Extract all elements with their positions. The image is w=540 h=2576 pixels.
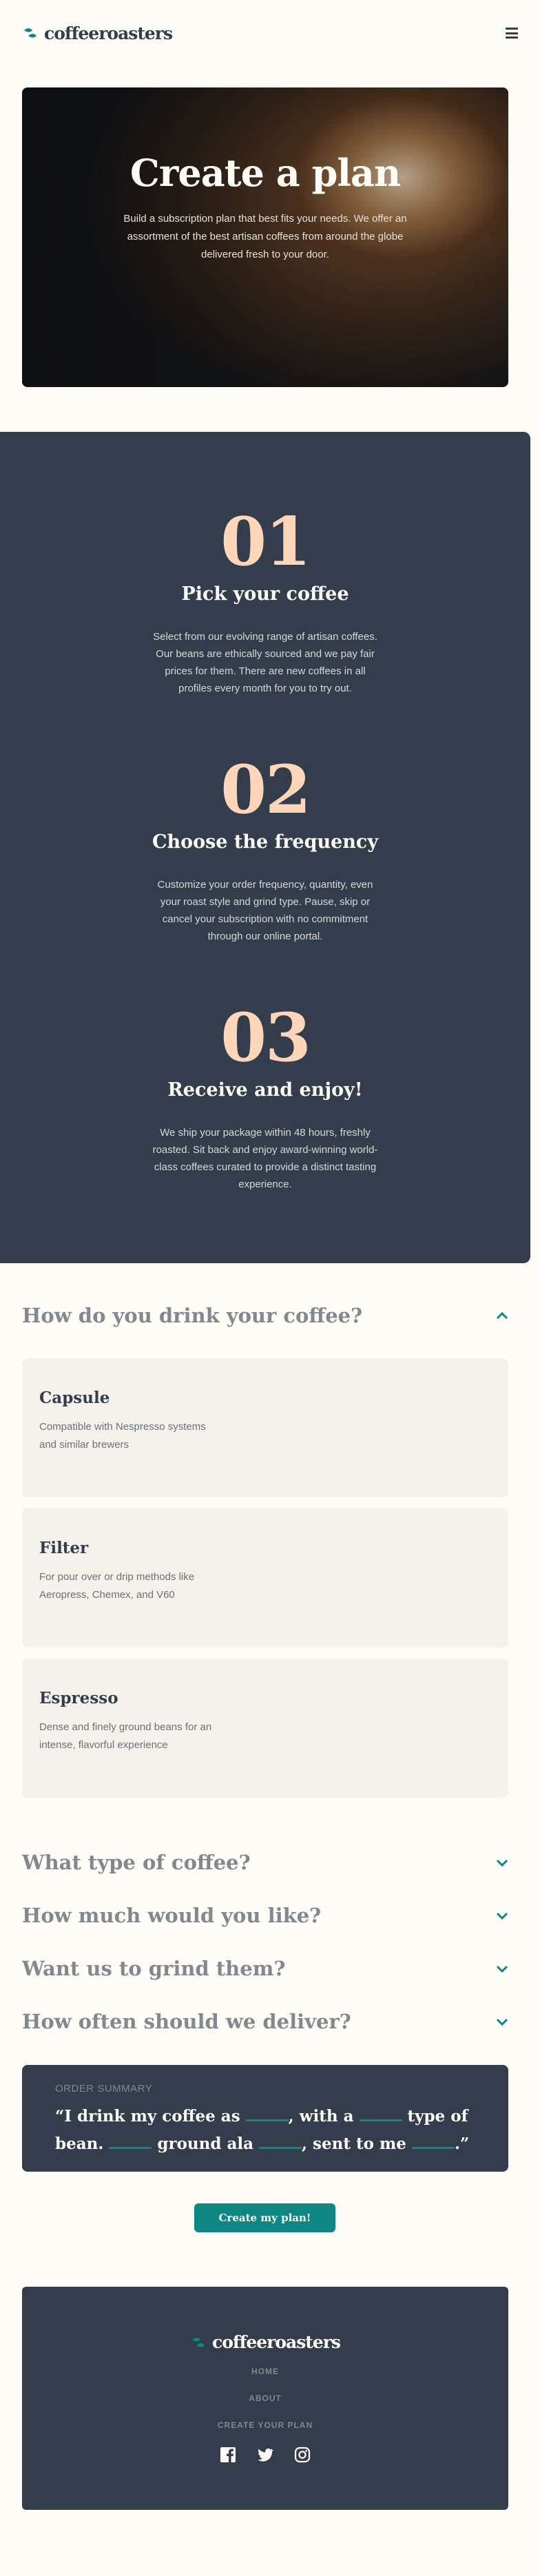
question-title: How do you drink your coffee? xyxy=(22,1304,363,1327)
how-it-works-section: 01 Pick your coffee Select from our evol… xyxy=(0,432,530,1263)
option-title: Espresso xyxy=(39,1689,118,1707)
step-1: 01 Pick your coffee Select from our evol… xyxy=(0,508,530,697)
chevron-down-icon xyxy=(496,1859,508,1867)
hero-banner: Create a plan Build a subscription plan … xyxy=(22,87,508,387)
question-title: How much would you like? xyxy=(22,1904,322,1927)
summary-blank-grind xyxy=(259,2135,302,2149)
question-quantity[interactable]: How much would you like? xyxy=(22,1895,508,1936)
order-summary: Order Summary “I drink my coffee as , wi… xyxy=(22,2065,508,2172)
site-footer: coffeeroasters HOME ABOUT CREATE YOUR PL… xyxy=(22,2287,508,2510)
question-how-drink[interactable]: How do you drink your coffee? xyxy=(22,1295,508,1336)
order-summary-label: Order Summary xyxy=(55,2083,153,2095)
question-title: How often should we deliver? xyxy=(22,2010,351,2033)
question-grind[interactable]: Want us to grind them? xyxy=(22,1948,508,1989)
summary-fragment: .” xyxy=(454,2134,470,2153)
create-plan-button[interactable]: Create my plan! xyxy=(194,2203,335,2232)
step-3: 03 Receive and enjoy! We ship your packa… xyxy=(0,1004,530,1193)
footer-logo[interactable]: coffeeroasters xyxy=(22,2332,508,2352)
step-title: Receive and enjoy! xyxy=(167,1079,363,1101)
hamburger-icon[interactable] xyxy=(506,28,518,39)
twitter-icon[interactable] xyxy=(257,2447,273,2463)
option-title: Capsule xyxy=(39,1389,110,1407)
coffee-bean-icon xyxy=(191,2337,205,2347)
chevron-down-icon xyxy=(496,2018,508,2026)
hero-title: Create a plan xyxy=(129,151,401,195)
option-desc: Dense and finely ground beans for an int… xyxy=(39,1721,212,1751)
summary-fragment: , sent to me xyxy=(302,2134,406,2153)
instagram-icon[interactable] xyxy=(294,2447,311,2463)
chevron-down-icon xyxy=(496,1912,508,1920)
brand-logo[interactable]: coffeeroasters xyxy=(22,23,173,43)
summary-blank-preference xyxy=(245,2108,289,2121)
brand-name: coffeeroasters xyxy=(44,23,173,43)
step-text: Select from our evolving range of artisa… xyxy=(153,631,377,694)
chevron-down-icon xyxy=(496,1965,508,1973)
question-frequency[interactable]: How often should we deliver? xyxy=(22,2001,508,2042)
site-header: coffeeroasters xyxy=(22,19,518,47)
question-title: Want us to grind them? xyxy=(22,1957,286,1980)
step-title: Pick your coffee xyxy=(181,583,349,605)
question-title: What type of coffee? xyxy=(22,1851,251,1874)
step-number: 01 xyxy=(220,503,311,581)
option-capsule[interactable]: Capsule Compatible with Nespresso system… xyxy=(22,1358,508,1497)
summary-blank-quantity xyxy=(109,2135,152,2149)
summary-fragment: “I drink my coffee as xyxy=(55,2107,240,2126)
chevron-up-icon xyxy=(496,1311,508,1320)
question-coffee-type[interactable]: What type of coffee? xyxy=(22,1842,508,1883)
step-2: 02 Choose the frequency Customize your o… xyxy=(0,756,530,945)
footer-link-about[interactable]: ABOUT xyxy=(22,2391,508,2406)
summary-fragment: ground ala xyxy=(157,2134,254,2153)
coffee-bean-icon xyxy=(24,28,37,38)
option-desc: For pour over or drip methods like Aerop… xyxy=(39,1571,195,1601)
summary-fragment: bean. xyxy=(55,2134,104,2153)
option-filter[interactable]: Filter For pour over or drip methods lik… xyxy=(22,1508,508,1648)
footer-link-create-plan[interactable]: CREATE YOUR PLAN xyxy=(22,2418,508,2433)
step-text: Customize your order frequency, quantity… xyxy=(157,879,373,942)
footer-link-home[interactable]: HOME xyxy=(22,2364,508,2379)
step-number: 02 xyxy=(220,751,311,829)
option-espresso[interactable]: Espresso Dense and finely ground beans f… xyxy=(22,1659,508,1798)
footer-brand-name: coffeeroasters xyxy=(211,2332,341,2352)
hero-text: Build a subscription plan that best fits… xyxy=(123,213,407,260)
social-links xyxy=(22,2447,508,2463)
summary-fragment: type of xyxy=(407,2107,468,2126)
step-number: 03 xyxy=(220,999,311,1077)
option-title: Filter xyxy=(39,1539,89,1557)
summary-blank-frequency xyxy=(411,2135,455,2149)
facebook-icon[interactable] xyxy=(220,2447,236,2463)
step-title: Choose the frequency xyxy=(152,831,379,853)
summary-fragment: , with a xyxy=(288,2107,354,2126)
summary-blank-type xyxy=(359,2108,402,2121)
step-text: We ship your package within 48 hours, fr… xyxy=(152,1127,378,1190)
option-desc: Compatible with Nespresso systems and si… xyxy=(39,1421,206,1451)
order-summary-text: “I drink my coffee as , with a type of b… xyxy=(55,2103,477,2158)
footer-nav: HOME ABOUT CREATE YOUR PLAN xyxy=(22,2364,508,2433)
